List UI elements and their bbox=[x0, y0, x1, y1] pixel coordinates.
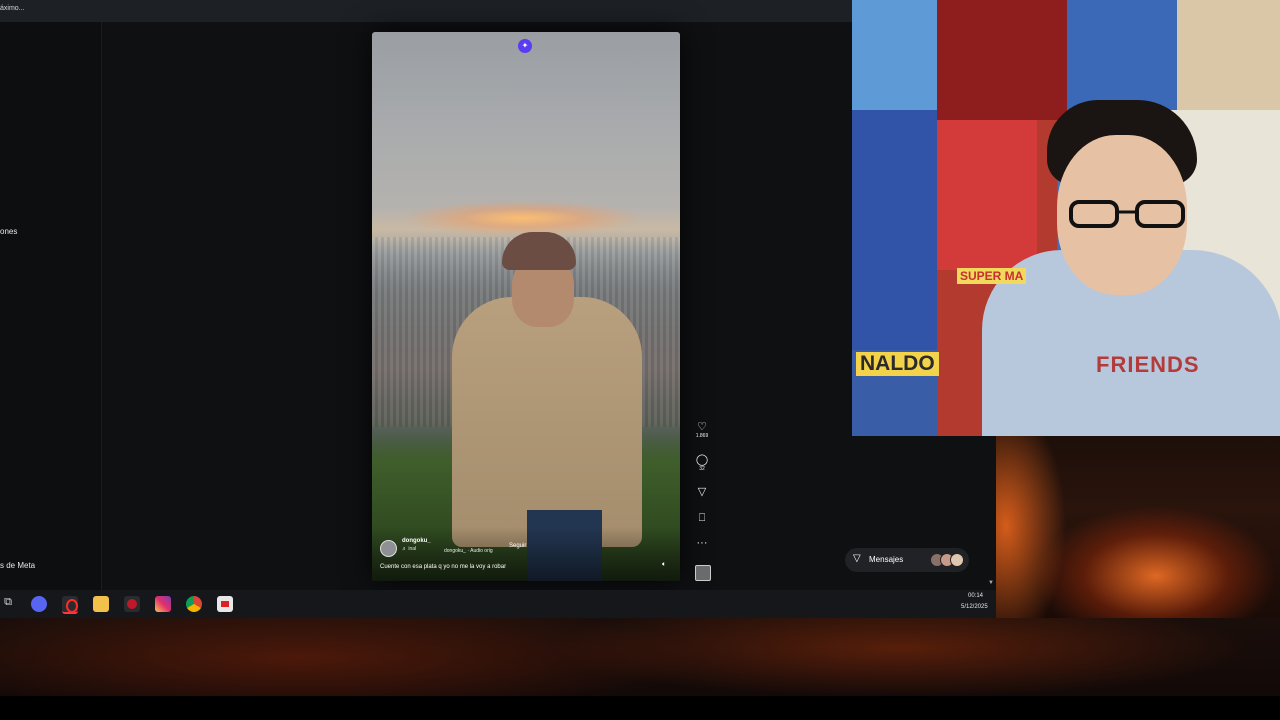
poster bbox=[852, 110, 937, 350]
poster bbox=[852, 0, 937, 110]
share-button[interactable]: ▽ bbox=[694, 486, 710, 498]
ai-badge-icon[interactable]: ✦ bbox=[518, 39, 532, 53]
webcam-overlay: FRIENDS NALDO SUPER MA bbox=[852, 0, 1280, 436]
clock-time[interactable]: 00:14 bbox=[968, 593, 983, 599]
poster-text: NALDO bbox=[856, 352, 939, 376]
instagram-icon[interactable] bbox=[155, 596, 171, 612]
stream-background-bottom bbox=[0, 618, 1280, 696]
letterbox-bar bbox=[0, 696, 1280, 720]
send-icon: ▽ bbox=[853, 553, 861, 564]
reel-caption: Cuente con esa plata q yo no me la voy a… bbox=[380, 564, 507, 570]
sidebar-item-notifications[interactable]: ones bbox=[0, 227, 17, 236]
stream-background bbox=[996, 436, 1280, 618]
audio-thumbnail[interactable] bbox=[695, 565, 711, 581]
discord-icon[interactable] bbox=[31, 596, 47, 612]
follow-button[interactable]: Seguir bbox=[509, 543, 526, 549]
clock-date[interactable]: 5/12/2025 bbox=[961, 604, 988, 610]
messages-label[interactable]: Mensajes bbox=[869, 555, 903, 564]
avatar[interactable] bbox=[380, 540, 397, 557]
more-icon: ··· bbox=[696, 537, 708, 549]
poster bbox=[937, 0, 1067, 120]
like-button[interactable]: ♡ 1.869 bbox=[694, 421, 710, 439]
reel-username[interactable]: dongoku_ bbox=[402, 538, 431, 544]
save-button[interactable]: ⎕ bbox=[694, 512, 710, 524]
avatar bbox=[950, 553, 964, 567]
heart-icon: ♡ bbox=[697, 421, 707, 433]
file-explorer-icon[interactable] bbox=[93, 596, 109, 612]
comment-button[interactable]: ◯ 32 bbox=[694, 454, 710, 472]
bookmark-icon: ⎕ bbox=[698, 512, 706, 524]
volume-icon[interactable]: 🔈︎ bbox=[662, 561, 666, 569]
browser-top-bar bbox=[0, 0, 852, 22]
poster bbox=[1177, 0, 1280, 110]
reel-audio-label[interactable]: dongoku_ · Audio orig bbox=[444, 548, 493, 554]
sidebar: ones s de Meta bbox=[0, 22, 102, 590]
scroll-down-icon[interactable]: ▼ bbox=[988, 580, 994, 586]
taskbar bbox=[0, 590, 996, 618]
tab-title[interactable]: áximo... bbox=[0, 5, 25, 12]
poster bbox=[937, 120, 1037, 270]
reel-video[interactable]: ✦ dongoku_ ♬ inal dongoku_ · Audio orig … bbox=[372, 32, 680, 581]
task-view-icon[interactable]: ⧉ bbox=[0, 596, 16, 612]
shirt-text: FRIENDS bbox=[1096, 352, 1200, 377]
caption-shade bbox=[372, 527, 680, 581]
send-icon: ▽ bbox=[697, 486, 707, 498]
poster-text: SUPER MA bbox=[957, 268, 1027, 284]
glasses-icon bbox=[1069, 200, 1185, 228]
chrome-icon[interactable] bbox=[186, 596, 202, 612]
comment-count: 32 bbox=[699, 466, 705, 472]
more-button[interactable]: ··· bbox=[694, 537, 710, 549]
poster bbox=[1067, 0, 1177, 110]
reel-user-subline: ♬ inal bbox=[402, 546, 417, 552]
screen-app-icon[interactable] bbox=[217, 596, 233, 612]
like-count: 1.869 bbox=[695, 433, 709, 439]
media-app-icon[interactable] bbox=[124, 596, 140, 612]
comment-icon: ◯ bbox=[695, 454, 709, 466]
opera-icon[interactable] bbox=[62, 596, 78, 614]
sidebar-item-meta[interactable]: s de Meta bbox=[0, 561, 35, 570]
